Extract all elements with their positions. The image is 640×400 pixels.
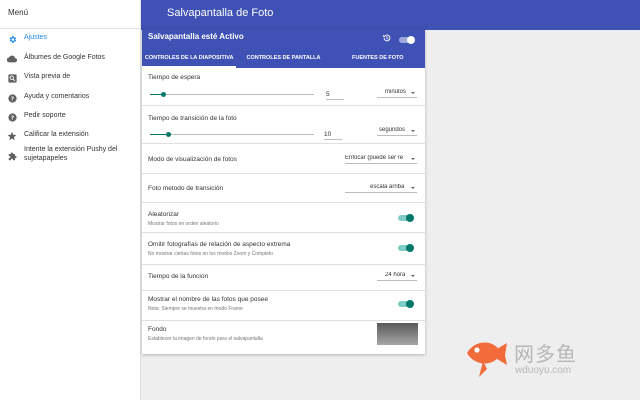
wait-time-unit-select[interactable]: minutos <box>377 88 417 98</box>
clock-format-select[interactable]: 24 hora <box>377 271 417 281</box>
randomize-description: Mostrar fotos en orden aleatorio <box>148 221 219 227</box>
transition-time-unit-select[interactable]: segundos <box>377 126 417 136</box>
watermark-text: 网多鱼 <box>514 344 577 366</box>
svg-text:?: ? <box>10 115 13 121</box>
sidebar-item-label: Intente la extensión Pushy del sujetapap… <box>24 146 118 162</box>
display-mode-label: Modo de visualización de fotos <box>148 156 237 163</box>
app-header: Salvapantalla de Foto <box>141 0 640 30</box>
help-icon: ? <box>6 92 18 104</box>
transition-time-row: Tiempo de transición de la foto 10 segun… <box>142 106 425 144</box>
randomize-toggle[interactable] <box>398 214 414 222</box>
sidebar-item-label: Ajustes <box>24 34 47 41</box>
sidebar-item-help[interactable]: ? Ayuda y comentarios <box>0 92 140 104</box>
sidebar-title: Menú <box>0 0 140 29</box>
sidebar-item-label: Calificar la extensión <box>24 131 89 138</box>
watermark: 网多鱼 wduoyu.com <box>461 333 631 383</box>
caret-down-icon <box>411 187 415 189</box>
search-icon <box>6 72 18 84</box>
transition-method-select[interactable]: escala arriba <box>345 183 417 193</box>
wait-time-row: Tiempo de espera 5 minutos <box>142 68 425 106</box>
randomize-row: Aleatorizar Mostrar fotos en orden aleat… <box>142 203 425 233</box>
caret-down-icon <box>411 92 415 94</box>
sidebar-item-pushy[interactable]: Intente la extensión Pushy del sujetapap… <box>0 145 140 163</box>
background-label: Fondo <box>148 326 167 333</box>
transition-time-slider[interactable] <box>150 132 314 138</box>
sidebar-item-preview[interactable]: Vista previa de <box>0 72 140 84</box>
wait-time-slider[interactable] <box>150 92 314 98</box>
enable-toggle[interactable] <box>399 31 415 44</box>
history-icon[interactable] <box>382 30 392 42</box>
clock-label: Tiempo de la funcion <box>148 273 209 280</box>
show-name-row: Mostrar el nombre de las fotos que posee… <box>142 291 425 321</box>
transition-time-label: Tiempo de transición de la foto <box>148 115 237 122</box>
display-mode-row: Modo de visualización de fotos Enfocar (… <box>142 144 425 174</box>
sidebar-item-google-albums[interactable]: Álbumes de Google Fotos <box>0 53 140 65</box>
background-description: Establecer la imagen de fondo para el sa… <box>148 336 263 342</box>
show-name-label: Mostrar el nombre de las fotos que posee <box>148 296 268 303</box>
star-icon <box>6 130 18 142</box>
sidebar-item-label: Ayuda y comentarios <box>24 93 90 100</box>
tab-photo-sources[interactable]: FUENTES DE FOTO <box>331 50 425 68</box>
caret-down-icon <box>411 158 415 160</box>
sidebar-item-label: Pedir soporte <box>24 112 66 119</box>
sidebar-item-ajustes[interactable]: Ajustes <box>0 33 140 45</box>
transition-method-label: Foto metodo de transición <box>148 185 224 192</box>
background-image-swatch[interactable] <box>377 323 418 345</box>
svg-text:?: ? <box>10 96 13 102</box>
wait-time-input[interactable]: 5 <box>326 90 344 100</box>
page-title: Salvapantalla de Foto <box>167 7 274 19</box>
caret-down-icon <box>411 275 415 277</box>
slider-knob[interactable] <box>166 132 172 137</box>
sidebar-item-label: Álbumes de Google Fotos <box>24 54 105 61</box>
show-name-toggle[interactable] <box>398 300 414 308</box>
card-toolbar: Salvapantalla esté Activo CONTROLES DE L… <box>142 29 425 68</box>
puzzle-icon <box>6 150 18 162</box>
tab-bar: CONTROLES DE LA DIAPOSITIVA CONTROLES DE… <box>142 50 425 68</box>
sidebar: Menú Ajustes Álbumes de Google Fotos Vis… <box>0 0 141 400</box>
transition-method-row: Foto metodo de transición escala arriba <box>142 174 425 203</box>
sidebar-item-support[interactable]: ? Pedir soporte <box>0 111 140 123</box>
caret-down-icon <box>411 130 415 132</box>
help-icon: ? <box>6 111 18 123</box>
omit-extreme-toggle[interactable] <box>398 244 414 252</box>
wait-time-label: Tiempo de espera <box>148 74 201 81</box>
sidebar-item-label: Vista previa de <box>24 73 71 80</box>
gear-icon <box>6 33 18 45</box>
omit-extreme-description: No mostrar ciertas fotos en los modos Zo… <box>148 251 274 257</box>
show-name-description: Nota: Siempre se muestra en modo Frame <box>148 306 243 312</box>
clock-row: Tiempo de la funcion 24 hora <box>142 265 425 291</box>
randomize-label: Aleatorizar <box>148 211 180 218</box>
display-mode-select[interactable]: Enfocar (puede ser re <box>345 154 417 164</box>
status-title: Salvapantalla esté Activo <box>148 32 244 41</box>
omit-extreme-row: Omitir fotografías de relación de aspect… <box>142 233 425 265</box>
cloud-icon <box>6 53 18 65</box>
tab-display-controls[interactable]: CONTROLES DE PANTALLA <box>236 50 330 68</box>
slider-knob[interactable] <box>161 92 167 97</box>
fish-logo-icon <box>467 342 507 377</box>
omit-extreme-label: Omitir fotografías de relación de aspect… <box>148 241 291 248</box>
watermark-url: wduoyu.com <box>515 365 572 376</box>
settings-card: Salvapantalla esté Activo CONTROLES DE L… <box>142 29 425 354</box>
transition-time-input[interactable]: 10 <box>324 130 342 140</box>
tab-slide-controls[interactable]: CONTROLES DE LA DIAPOSITIVA <box>142 50 237 68</box>
sidebar-item-rate[interactable]: Calificar la extensión <box>0 130 140 142</box>
